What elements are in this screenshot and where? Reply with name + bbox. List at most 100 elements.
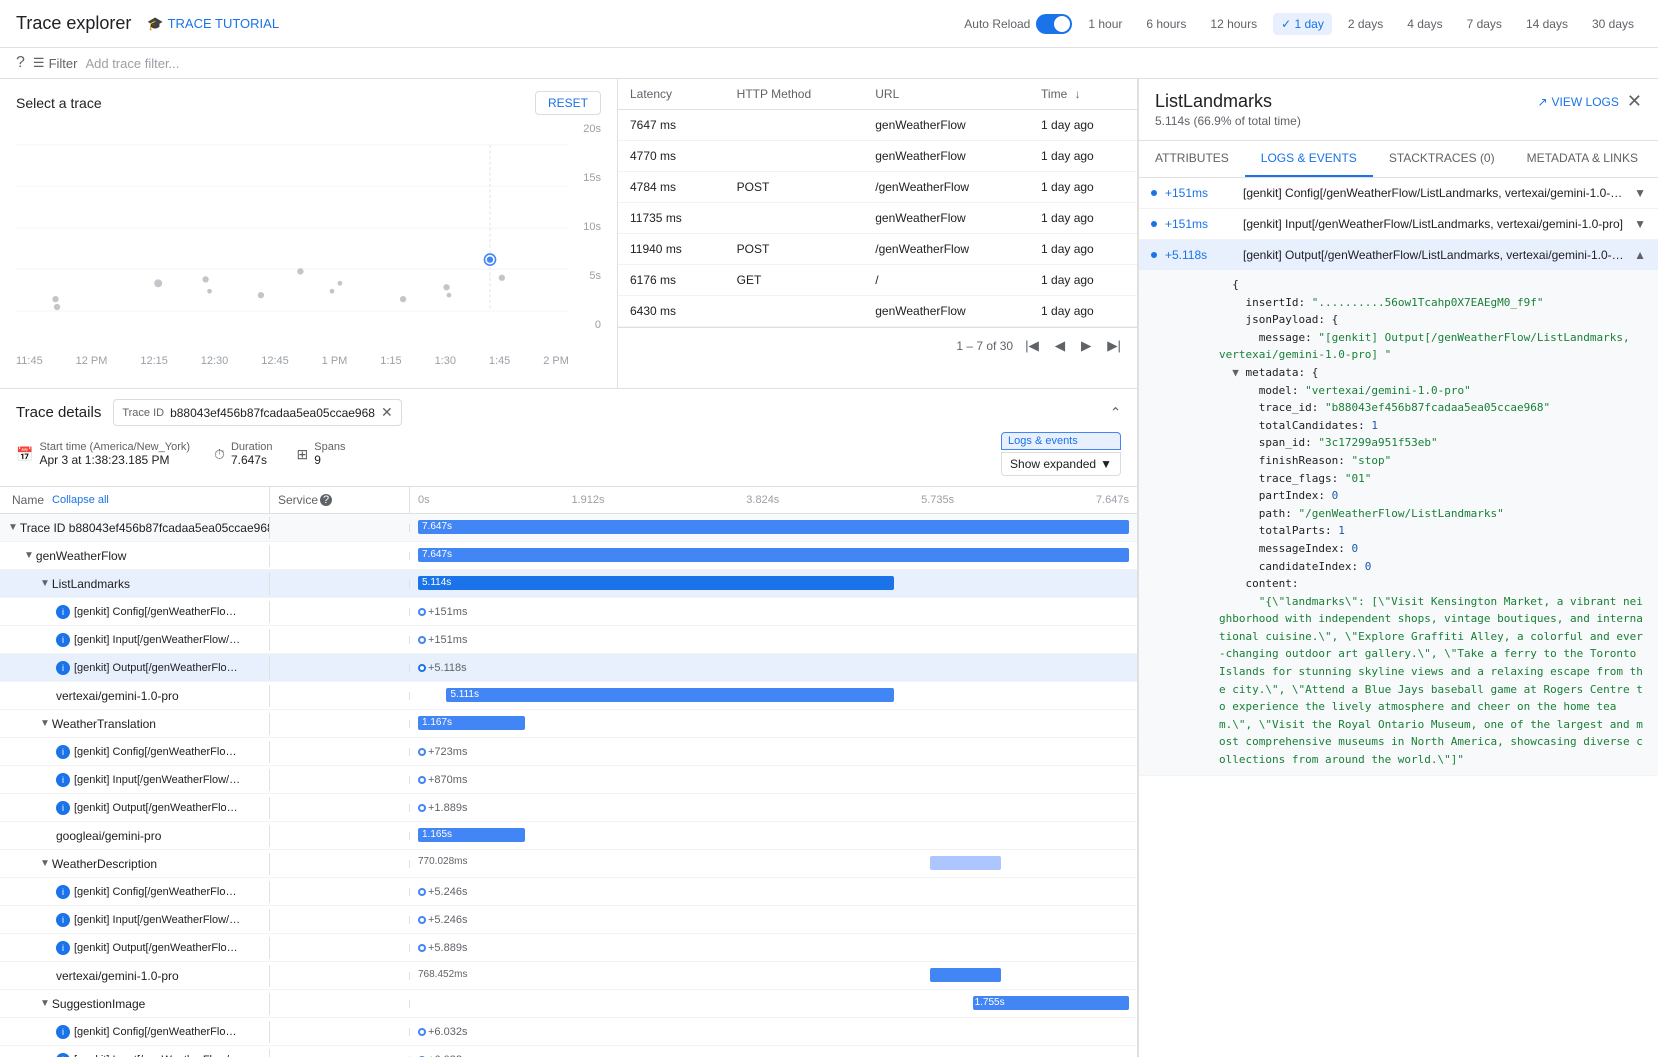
tab-logs-events[interactable]: LOGS & EVENTS xyxy=(1245,141,1373,177)
table-row[interactable]: 11940 ms POST /genWeatherFlow 1 day ago xyxy=(618,234,1137,265)
tab-attributes[interactable]: ATTRIBUTES xyxy=(1139,141,1245,177)
trace-details-row2: 📅 Start time (America/New_York) Apr 3 at… xyxy=(16,432,1121,476)
span-timeline-cell: +6.032s xyxy=(410,1048,1137,1057)
time-6hours[interactable]: 6 hours xyxy=(1138,13,1194,35)
time-2days[interactable]: 2 days xyxy=(1340,13,1391,35)
span-row[interactable]: i [genkit] Config[/genWeatherFlow/ListLa… xyxy=(0,598,1137,626)
span-name: [genkit] Output[/genWeatherFlow/ListLand… xyxy=(74,662,244,674)
table-row[interactable]: 6430 ms genWeatherFlow 1 day ago xyxy=(618,296,1137,327)
span-name-cell: i [genkit] Input[/genWeatherFlow/Weather… xyxy=(0,909,270,931)
timeline-container[interactable]: Name Collapse all Service ? 0s 1.912s 3.… xyxy=(0,487,1137,1057)
time-1day[interactable]: ✓ 1 day xyxy=(1273,13,1332,35)
span-row[interactable]: googleai/gemini-pro 1.165s xyxy=(0,822,1137,850)
auto-reload-toggle[interactable] xyxy=(1036,14,1072,34)
span-row[interactable]: i [genkit] Output[/genWeatherFlow/ListLa… xyxy=(0,654,1137,682)
span-row[interactable]: i [genkit] Config[/genWeatherFlow/Weathe… xyxy=(0,878,1137,906)
col-url[interactable]: URL xyxy=(863,79,1029,110)
span-bar: 1.167s xyxy=(418,716,525,730)
span-row[interactable]: i [genkit] Config[/genWeatherFlow/Sugges… xyxy=(0,1018,1137,1046)
table-row[interactable]: 6176 ms GET / 1 day ago xyxy=(618,265,1137,296)
span-timeline-cell: 7.647s xyxy=(410,544,1137,568)
time-cell: 1 day ago xyxy=(1029,234,1137,265)
header: Trace explorer 🎓 TRACE TUTORIAL Auto Rel… xyxy=(0,0,1658,48)
span-row[interactable]: ▼ Trace ID b88043ef456b87fcadaa5ea05ccae… xyxy=(0,514,1137,542)
span-name-cell: i [genkit] Config[/genWeatherFlow/Weathe… xyxy=(0,881,270,903)
table-row[interactable]: 4784 ms POST /genWeatherFlow 1 day ago xyxy=(618,172,1137,203)
time-1hour[interactable]: 1 hour xyxy=(1080,13,1130,35)
time-cell: 1 day ago xyxy=(1029,296,1137,327)
span-row[interactable]: ▼ WeatherTranslation 1.167s xyxy=(0,710,1137,738)
left-panel: Select a trace RESET 20s 15s 10s 5s 0 xyxy=(0,79,1138,1057)
span-row[interactable]: i [genkit] Input[/genWeatherFlow/Weather… xyxy=(0,766,1137,794)
time-12hours[interactable]: 12 hours xyxy=(1202,13,1265,35)
span-row[interactable]: vertexai/gemini-1.0-pro 5.111s xyxy=(0,682,1137,710)
collapse-all-btn[interactable]: Collapse all xyxy=(52,494,109,506)
span-row[interactable]: ▼ WeatherDescription 770.028ms xyxy=(0,850,1137,878)
latency-cell: 11735 ms xyxy=(618,203,725,234)
span-service-cell xyxy=(270,580,410,588)
col-time[interactable]: Time ↓ xyxy=(1029,79,1137,110)
event-marker: +723ms xyxy=(418,746,467,758)
url-cell: genWeatherFlow xyxy=(863,203,1029,234)
span-service-cell xyxy=(270,720,410,728)
log-event-header[interactable]: +5.118s [genkit] Output[/genWeatherFlow/… xyxy=(1139,240,1658,270)
span-row[interactable]: ▼ ListLandmarks 5.114s xyxy=(0,570,1137,598)
col-latency[interactable]: Latency xyxy=(618,79,725,110)
filter-button[interactable]: ☰ Filter xyxy=(33,55,78,71)
tab-metadata[interactable]: METADATA & LINKS xyxy=(1511,141,1654,177)
expand-icon[interactable]: ▼ xyxy=(24,550,34,561)
pagination: 1 – 7 of 30 |◀ ◀ ▶ ▶| xyxy=(618,327,1137,364)
span-row[interactable]: i [genkit] Input[/genWeatherFlow/Weather… xyxy=(0,906,1137,934)
reset-button[interactable]: RESET xyxy=(535,91,601,115)
time-7days[interactable]: 7 days xyxy=(1459,13,1510,35)
table-row[interactable]: 4770 ms genWeatherFlow 1 day ago xyxy=(618,141,1137,172)
expand-icon[interactable]: ▼ xyxy=(40,578,50,589)
span-service-cell xyxy=(270,804,410,812)
url-cell: / xyxy=(863,265,1029,296)
span-row[interactable]: i [genkit] Output[/genWeatherFlow/Weathe… xyxy=(0,934,1137,962)
detail-header: ListLandmarks 5.114s (66.9% of total tim… xyxy=(1139,79,1658,141)
event-dot xyxy=(418,944,426,952)
span-row[interactable]: ▼ SuggestionImage 1.755s xyxy=(0,990,1137,1018)
log-event-header[interactable]: +151ms [genkit] Input[/genWeatherFlow/Li… xyxy=(1139,209,1658,239)
t4: 7.647s xyxy=(1096,494,1129,506)
expand-icon[interactable]: ▼ xyxy=(40,858,50,869)
span-row[interactable]: i [genkit] Input[/genWeatherFlow/ListLan… xyxy=(0,626,1137,654)
trace-details-title: Trace details xyxy=(16,404,101,421)
next-page-btn[interactable]: ▶ xyxy=(1077,334,1095,358)
span-row[interactable]: i [genkit] Input[/genWeatherFlow/Suggest… xyxy=(0,1046,1137,1057)
log-event-detail: { insertId: "..........56ow1Tcahp0X7EAEg… xyxy=(1139,270,1658,775)
logs-events-dropdown[interactable]: Show expanded ▼ xyxy=(1001,452,1121,476)
first-page-btn[interactable]: |◀ xyxy=(1021,334,1043,358)
table-row[interactable]: 7647 ms genWeatherFlow 1 day ago xyxy=(618,110,1137,141)
expand-icon[interactable]: ▼ xyxy=(40,718,50,729)
span-row[interactable]: vertexai/gemini-1.0-pro 768.452ms xyxy=(0,962,1137,990)
add-filter-text[interactable]: Add trace filter... xyxy=(85,56,179,71)
expand-icon[interactable]: ▼ xyxy=(40,998,50,1009)
duration-value: 7.647s xyxy=(231,453,273,467)
time-30days[interactable]: 30 days xyxy=(1584,13,1642,35)
span-row[interactable]: i [genkit] Output[/genWeatherFlow/Weathe… xyxy=(0,794,1137,822)
trace-details-row1: Trace details Trace ID b88043ef456b87fca… xyxy=(16,399,1121,426)
clear-trace-id-btn[interactable]: ✕ xyxy=(381,404,393,421)
view-logs-btn[interactable]: ↗ VIEW LOGS xyxy=(1537,95,1618,109)
span-row[interactable]: ▼ genWeatherFlow 7.647s xyxy=(0,542,1137,570)
prev-page-btn[interactable]: ◀ xyxy=(1051,334,1069,358)
url-cell: /genWeatherFlow xyxy=(863,234,1029,265)
collapse-panel-btn[interactable]: ⌃ xyxy=(1110,405,1121,421)
expand-icon[interactable]: ▼ xyxy=(8,522,18,533)
time-4days[interactable]: 4 days xyxy=(1399,13,1450,35)
log-event-header[interactable]: +151ms [genkit] Config[/genWeatherFlow/L… xyxy=(1139,178,1658,208)
last-page-btn[interactable]: ▶| xyxy=(1103,334,1125,358)
name-column-header: Name Collapse all xyxy=(0,487,270,513)
col-method[interactable]: HTTP Method xyxy=(725,79,864,110)
tutorial-badge[interactable]: 🎓 TRACE TUTORIAL xyxy=(147,16,279,32)
span-row[interactable]: i [genkit] Config[/genWeatherFlow/Weathe… xyxy=(0,738,1137,766)
span-service-cell xyxy=(270,1000,410,1008)
log-events-list[interactable]: +151ms [genkit] Config[/genWeatherFlow/L… xyxy=(1139,178,1658,1057)
help-service-icon: ? xyxy=(320,494,332,506)
tab-stacktraces[interactable]: STACKTRACES (0) xyxy=(1373,141,1511,177)
time-14days[interactable]: 14 days xyxy=(1518,13,1576,35)
table-row[interactable]: 11735 ms genWeatherFlow 1 day ago xyxy=(618,203,1137,234)
close-detail-btn[interactable]: ✕ xyxy=(1627,91,1642,112)
